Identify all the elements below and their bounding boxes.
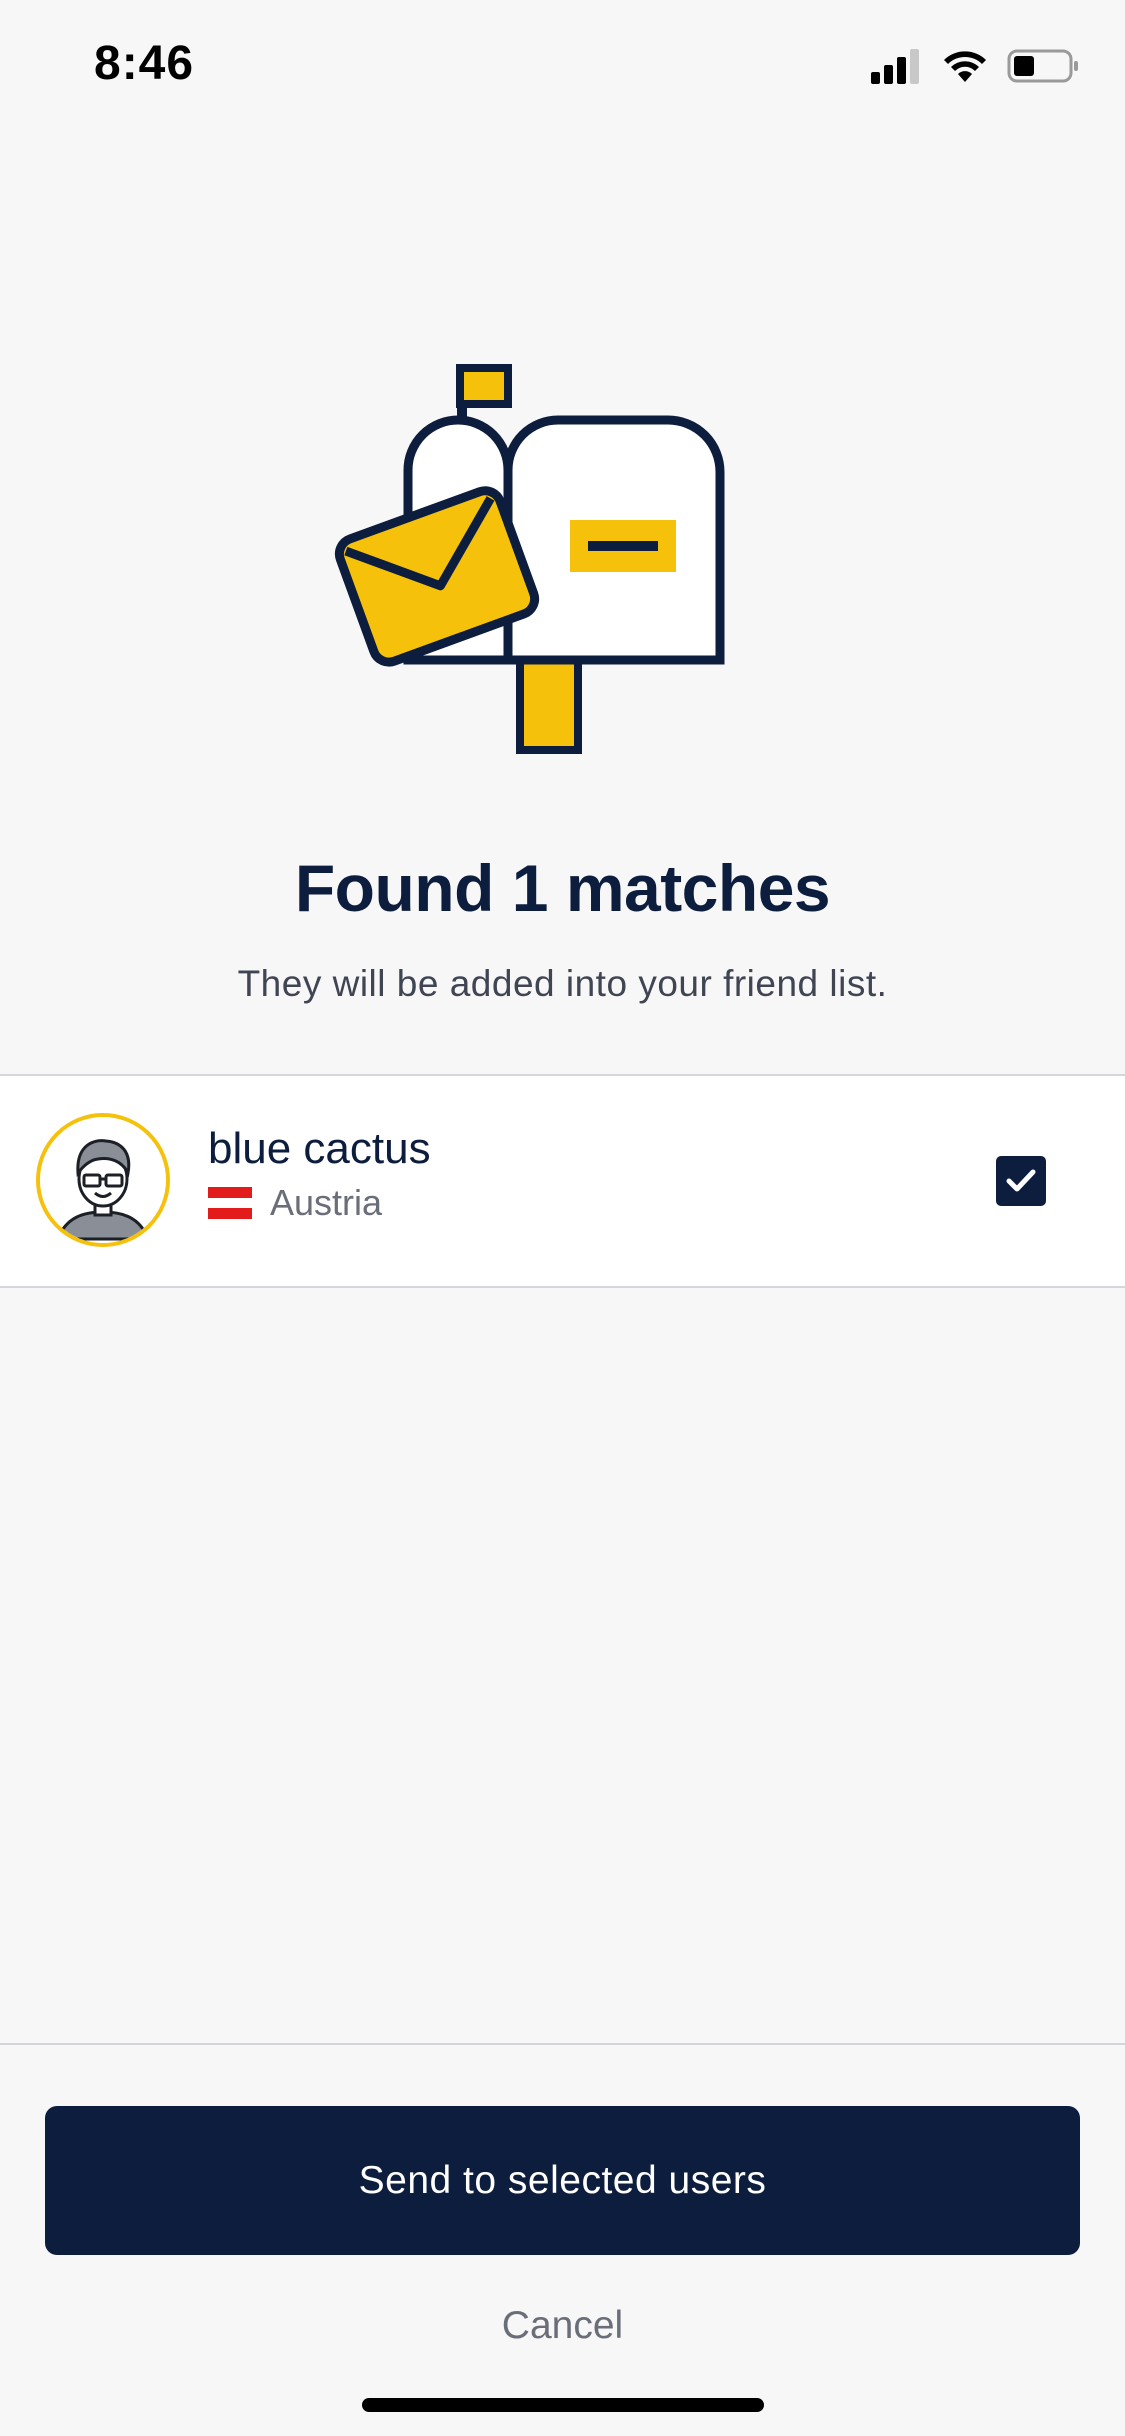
send-button[interactable]: Send to selected users bbox=[45, 2106, 1080, 2255]
page-subtitle: They will be added into your friend list… bbox=[237, 963, 888, 1004]
status-icons bbox=[869, 48, 1081, 84]
page-title: Found 1 matches bbox=[294, 851, 831, 925]
cancel-button[interactable]: Cancel bbox=[0, 2304, 1125, 2348]
wifi-icon bbox=[944, 51, 986, 82]
country-row: Austria bbox=[208, 1182, 382, 1224]
status-bar: 8:46 bbox=[0, 0, 1125, 132]
battery-icon bbox=[1007, 49, 1078, 83]
select-checkbox[interactable] bbox=[996, 1156, 1046, 1206]
user-avatar-icon bbox=[40, 1117, 166, 1243]
country-name: Austria bbox=[270, 1182, 383, 1223]
bottom-divider bbox=[0, 2043, 1125, 2045]
avatar bbox=[36, 1113, 170, 1247]
check-icon bbox=[1006, 1169, 1036, 1192]
list-item[interactable]: blue cactus Austria bbox=[0, 1076, 1125, 1286]
match-list: blue cactus Austria bbox=[0, 1074, 1125, 1288]
signal-icon bbox=[871, 49, 919, 84]
status-time: 8:46 bbox=[94, 37, 195, 90]
mailbox-icon bbox=[334, 364, 725, 754]
user-name: blue cactus bbox=[208, 1124, 431, 1173]
home-indicator[interactable] bbox=[362, 2398, 764, 2412]
austria-flag-icon bbox=[208, 1187, 252, 1220]
